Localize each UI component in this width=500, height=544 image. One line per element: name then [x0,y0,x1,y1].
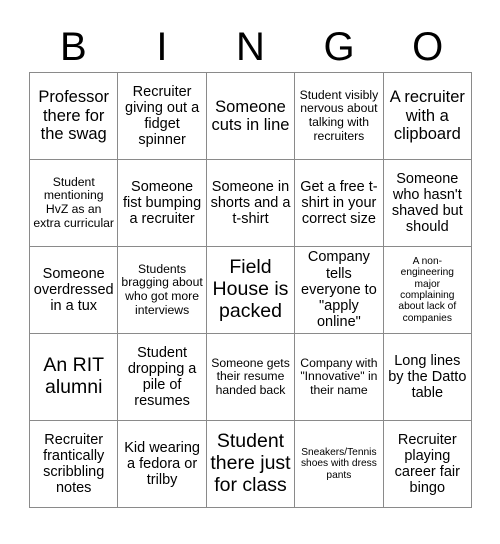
bingo-cell-text: Student visibly nervous about talking wi… [299,87,379,143]
bingo-cell-text: Student mentioning HvZ as an extra curri… [33,174,114,230]
bingo-cell-text: Someone overdressed in a tux [33,265,114,315]
bingo-cell-r4c5[interactable]: Long lines by the Datto table [383,334,472,421]
bingo-cell-text: Long lines by the Datto table [388,352,467,402]
bingo-cell-r4c3[interactable]: Someone gets their resume handed back [206,334,296,421]
bingo-cell-r3c4[interactable]: Company tells everyone to "apply online" [295,247,384,334]
bingo-cell-text: Someone gets their resume handed back [211,355,290,397]
bingo-cell-r3c2[interactable]: Students bragging about who got more int… [118,247,207,334]
bingo-cell-text: A non-engineering major complaining abou… [398,255,457,324]
bingo-cell-r4c4[interactable]: Company with "Innovative" in their name [295,334,384,421]
bingo-cell-text: Company tells everyone to "apply online" [301,249,377,331]
bingo-cell-r2c1[interactable]: Student mentioning HvZ as an extra curri… [30,160,119,247]
bingo-cell-r1c3[interactable]: Someone cuts in line [206,73,296,160]
bingo-cell-text: Field House is packed [212,256,289,322]
bingo-cell-text: Someone in shorts and a t-shirt [210,178,291,228]
bingo-cell-r5c2[interactable]: Kid wearing a fedora or trilby [118,421,207,508]
bingo-cell-r2c2[interactable]: Someone fist bumping a recruiter [118,160,207,247]
bingo-cell-r5c3[interactable]: Student there just for class [206,421,296,508]
bingo-cell-text: Get a free t-shirt in your correct size [300,178,378,228]
bingo-cell-text: Professor there for the swag [38,88,109,144]
bingo-cell-r3c3[interactable]: Field House is packed [206,247,296,334]
bingo-cell-r3c5[interactable]: A non-engineering major complaining abou… [383,247,472,334]
bingo-cell-text: An RIT alumni [43,354,105,398]
header-letter-n: N [236,25,265,69]
bingo-cell-r2c5[interactable]: Someone who hasn't shaved but should [383,160,472,247]
bingo-cell-r4c2[interactable]: Student dropping a pile of resumes [118,334,207,421]
bingo-cell-text: Student there just for class [210,430,291,496]
bingo-cell-r5c4[interactable]: Sneakers/Tennis shoes with dress pants [295,421,384,508]
bingo-cell-text: Someone fist bumping a recruiter [123,178,202,228]
bingo-cell-r1c2[interactable]: Recruiter giving out a fidget spinner [118,73,207,160]
bingo-cell-text: Company with "Innovative" in their name [300,355,378,397]
bingo-cell-r5c1[interactable]: Recruiter frantically scribbling notes [30,421,119,508]
header-letter-i: I [156,25,168,69]
bingo-cell-r5c5[interactable]: Recruiter playing career fair bingo [383,421,472,508]
bingo-cell-text: Someone who hasn't shaved but should [391,170,463,236]
bingo-cell-r1c4[interactable]: Student visibly nervous about talking wi… [295,73,384,160]
bingo-grid: Professor there for the swag Recruiter gi… [29,72,472,508]
bingo-cell-text: Recruiter playing career fair bingo [394,431,460,497]
bingo-cell-r3c1[interactable]: Someone overdressed in a tux [30,247,119,334]
bingo-cell-text: Student dropping a pile of resumes [127,344,197,410]
bingo-cell-r1c5[interactable]: A recruiter with a clipboard [383,73,472,160]
header-letter-o: O [412,25,444,69]
bingo-cell-r4c1[interactable]: An RIT alumni [30,334,119,421]
bingo-cell-r1c1[interactable]: Professor there for the swag [30,73,119,160]
bingo-cell-text: Kid wearing a fedora or trilby [124,439,200,489]
bingo-cell-text: Recruiter frantically scribbling notes [43,431,105,497]
bingo-cell-text: A recruiter with a clipboard [389,88,465,144]
bingo-cell-text: Sneakers/Tennis shoes with dress pants [300,446,377,481]
header-letter-b: B [59,25,87,69]
header-letter-g: G [323,25,355,69]
bingo-cell-text: Recruiter giving out a fidget spinner [125,83,200,149]
bingo-cell-text: Students bragging about who got more int… [121,261,203,317]
bingo-header: B I N G O [29,22,472,72]
bingo-cell-r2c4[interactable]: Get a free t-shirt in your correct size [295,160,384,247]
bingo-card: B I N G O Professor there for the swag Re… [0,0,500,544]
bingo-cell-r2c3[interactable]: Someone in shorts and a t-shirt [206,160,296,247]
bingo-cell-text: Someone cuts in line [211,97,290,134]
